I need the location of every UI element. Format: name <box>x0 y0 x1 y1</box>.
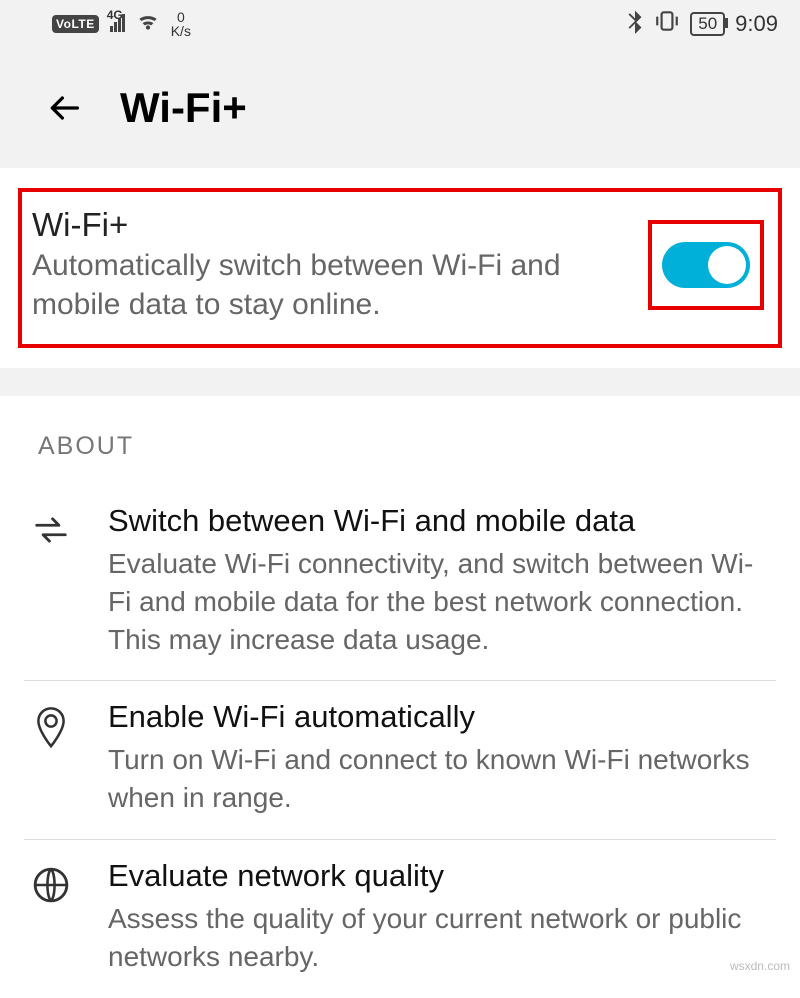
statusbar: VoLTE 4G 0 K/s 50 9:09 <box>0 0 800 48</box>
back-button[interactable] <box>42 86 86 130</box>
about-item-switch: Switch between Wi-Fi and mobile data Eva… <box>24 485 776 680</box>
about-item-enable: Enable Wi-Fi automatically Turn on Wi-Fi… <box>24 680 776 839</box>
watermark: wsxdn.com <box>730 959 790 973</box>
wifi-plus-toggle-highlight <box>648 220 764 310</box>
about-list: Switch between Wi-Fi and mobile data Eva… <box>0 485 800 998</box>
battery-badge: 50 <box>690 12 725 36</box>
wifi-plus-title: Wi-Fi+ <box>32 206 636 244</box>
swap-icon <box>24 503 78 549</box>
about-item-title: Enable Wi-Fi automatically <box>108 699 776 735</box>
about-item-quality: Evaluate network quality Assess the qual… <box>24 839 776 998</box>
volte-badge: VoLTE <box>52 15 99 33</box>
page-title: Wi-Fi+ <box>120 84 247 132</box>
vibrate-icon <box>654 8 680 40</box>
clock-time: 9:09 <box>735 11 778 37</box>
about-section-label: ABOUT <box>0 396 800 485</box>
about-item-title: Evaluate network quality <box>108 858 776 894</box>
wifi-icon <box>135 10 161 38</box>
about-item-description: Turn on Wi-Fi and connect to known Wi-Fi… <box>108 741 776 817</box>
header: Wi-Fi+ <box>0 48 800 168</box>
wifi-plus-description: Automatically switch between Wi-Fi and m… <box>32 246 636 324</box>
bluetooth-icon <box>626 8 644 40</box>
wifi-plus-toggle[interactable] <box>662 242 750 288</box>
globe-icon <box>24 858 78 904</box>
about-item-description: Assess the quality of your current netwo… <box>108 900 776 976</box>
signal-4g-icon: 4G <box>109 14 125 35</box>
wifi-plus-setting-row[interactable]: Wi-Fi+ Automatically switch between Wi-F… <box>18 188 782 348</box>
about-item-description: Evaluate Wi-Fi connectivity, and switch … <box>108 545 776 658</box>
network-speed: 0 K/s <box>171 10 191 38</box>
section-divider <box>0 368 800 396</box>
location-pin-icon <box>24 699 78 749</box>
about-item-title: Switch between Wi-Fi and mobile data <box>108 503 776 539</box>
